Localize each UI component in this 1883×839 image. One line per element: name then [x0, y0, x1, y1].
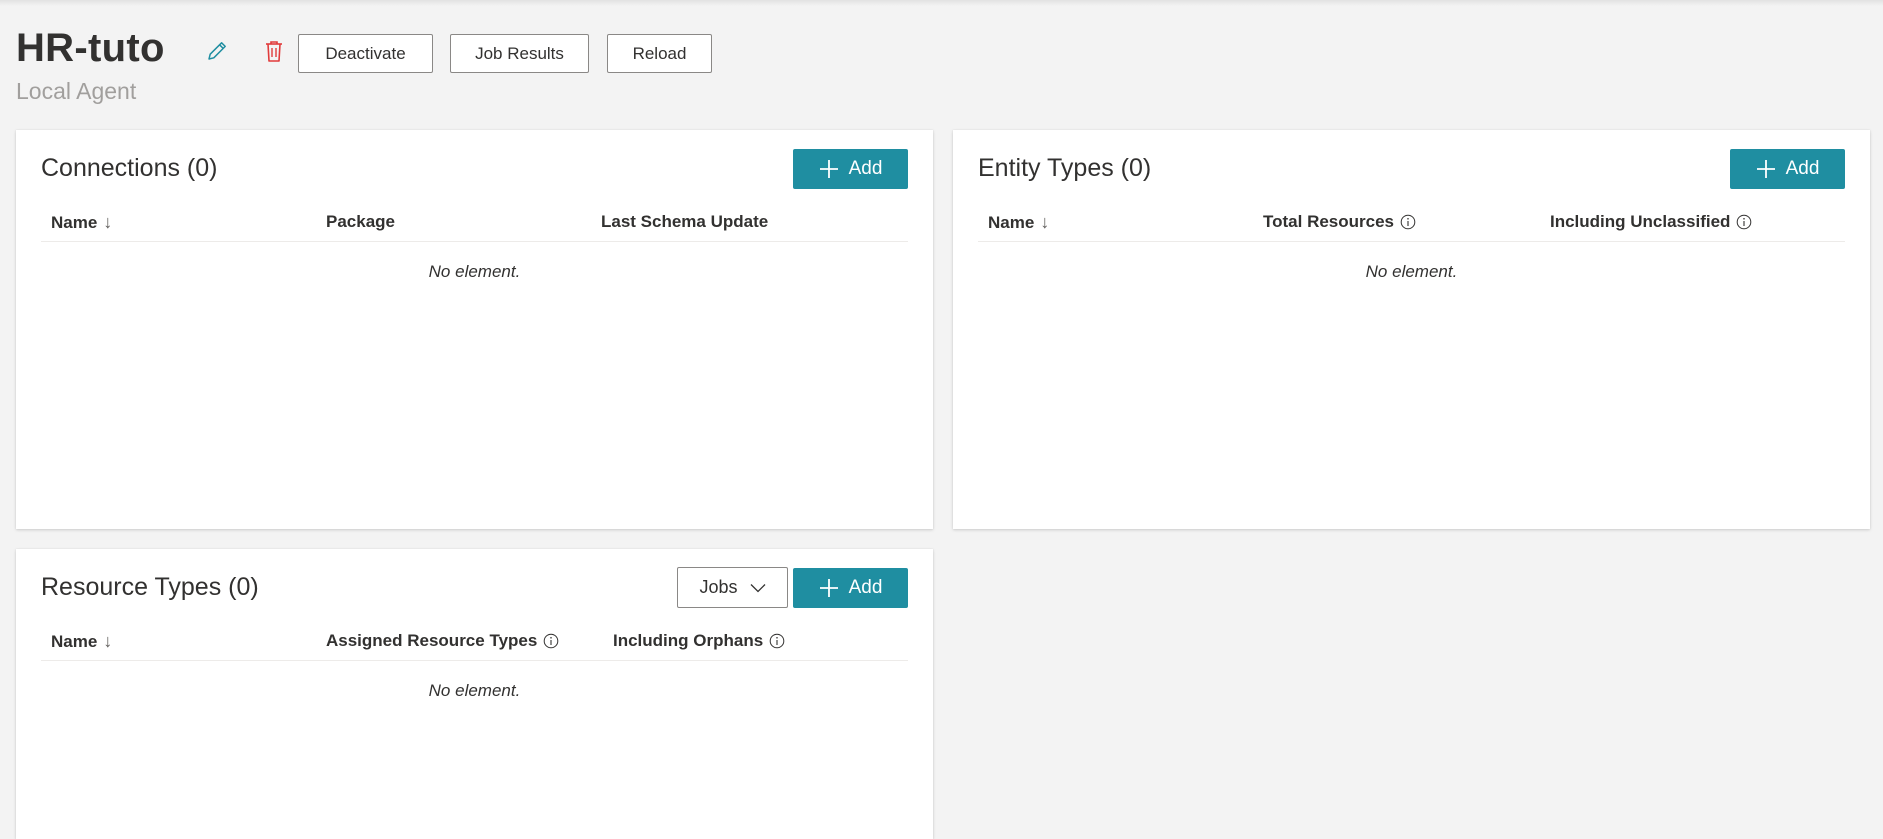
delete-button[interactable]: [257, 34, 291, 68]
resource-types-title: Resource Types (0): [41, 573, 259, 601]
column-label: Assigned Resource Types: [326, 631, 538, 650]
edit-button[interactable]: [200, 34, 234, 68]
reload-button[interactable]: Reload: [607, 34, 712, 73]
column-label: Name: [51, 212, 98, 232]
add-label: Add: [848, 577, 883, 598]
sort-arrow-icon: ↓: [103, 631, 113, 651]
resource-types-empty-message: No element.: [428, 681, 521, 700]
sort-arrow-icon: ↓: [103, 212, 113, 232]
plus-icon: [819, 579, 838, 597]
add-resource-type-button[interactable]: Add: [793, 568, 908, 608]
column-header-name[interactable]: Name ↓: [988, 212, 1049, 233]
column-header-including-unclassified[interactable]: Including Unclassified: [1550, 212, 1752, 232]
page-subtitle: Local Agent: [16, 78, 137, 104]
entity-types-table-header: Name ↓ Total Resources Including Unclass…: [978, 208, 1845, 242]
column-label: Last Schema Update: [601, 212, 769, 231]
column-header-including-orphans[interactable]: Including Orphans: [613, 631, 785, 651]
deactivate-button[interactable]: Deactivate: [298, 34, 433, 73]
info-icon[interactable]: [1736, 214, 1752, 230]
column-header-name[interactable]: Name ↓: [51, 212, 112, 233]
connections-title: Connections (0): [41, 154, 218, 182]
column-label: Including Orphans: [613, 631, 764, 650]
column-label: Including Unclassified: [1550, 212, 1731, 231]
column-label: Name: [988, 212, 1035, 232]
trash-icon: [266, 41, 282, 62]
connections-table-header: Name ↓ Package Last Schema Update: [41, 208, 908, 242]
connections-card: Connections (0) Add Name ↓ Package Last …: [16, 130, 933, 529]
chevron-down-icon: [750, 583, 765, 592]
sort-arrow-icon: ↓: [1040, 212, 1050, 232]
add-entity-type-button[interactable]: Add: [1730, 149, 1845, 189]
add-label: Add: [1785, 158, 1820, 179]
column-label: Name: [51, 631, 98, 651]
column-label: Total Resources: [1263, 212, 1395, 231]
resource-types-card: Resource Types (0) Jobs Add Name ↓ Assig…: [16, 549, 933, 839]
column-label: Package: [326, 212, 395, 231]
entity-types-title: Entity Types (0): [978, 154, 1152, 182]
column-header-assigned-resource-types[interactable]: Assigned Resource Types: [326, 631, 559, 651]
info-icon[interactable]: [1400, 214, 1416, 230]
add-label: Add: [848, 158, 883, 179]
job-results-button[interactable]: Job Results: [450, 34, 589, 73]
info-icon[interactable]: [543, 633, 559, 649]
plus-icon: [819, 160, 838, 178]
add-connection-button[interactable]: Add: [793, 149, 908, 189]
entity-types-card: Entity Types (0) Add Name ↓ Total Resour…: [953, 130, 1870, 529]
connections-empty-message: No element.: [428, 262, 521, 281]
entity-types-empty-message: No element.: [1365, 262, 1458, 281]
column-header-name[interactable]: Name ↓: [51, 631, 112, 652]
plus-icon: [1756, 160, 1775, 178]
page-title: HR-tuto: [16, 26, 165, 70]
page-header: HR-tuto Local Agent Deactivate Job Resul…: [16, 22, 1876, 106]
jobs-label: Jobs: [699, 577, 738, 597]
pencil-icon: [208, 42, 226, 60]
info-icon[interactable]: [769, 633, 785, 649]
top-shadow: [0, 0, 1883, 6]
column-header-last-schema-update[interactable]: Last Schema Update: [601, 212, 768, 232]
column-header-total-resources[interactable]: Total Resources: [1263, 212, 1416, 232]
resource-types-table-header: Name ↓ Assigned Resource Types Including…: [41, 627, 908, 661]
column-header-package[interactable]: Package: [326, 212, 395, 232]
jobs-dropdown-button[interactable]: Jobs: [677, 567, 788, 608]
